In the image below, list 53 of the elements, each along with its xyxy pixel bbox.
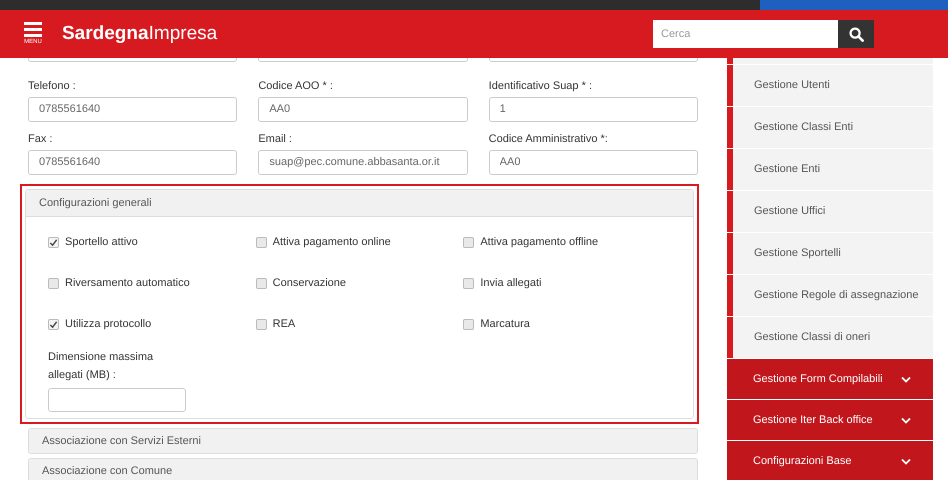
field-label: Email : (258, 132, 293, 147)
checkbox-label: Attiva pagamento offline (480, 235, 598, 250)
checkbox[interactable] (48, 278, 59, 289)
field-label: Fax : (28, 132, 54, 147)
sidebar-group[interactable]: Gestione Form Compilabili (727, 359, 933, 399)
search-icon (848, 26, 864, 42)
field-label: Codice AOO * : (258, 79, 334, 94)
input-field[interactable] (48, 388, 186, 412)
panel-title[interactable]: Configurazioni generali (26, 190, 693, 217)
checkbox[interactable] (48, 237, 59, 248)
checkbox-label: Riversamento automatico (65, 276, 190, 291)
sidebar-group[interactable]: Gestione Iter Back office (727, 400, 933, 440)
chevron-down-icon (901, 376, 911, 382)
field-label: Dimensione massima allegati (MB) : (48, 350, 154, 383)
checkbox-label: Attiva pagamento online (272, 235, 391, 250)
sidebar-item[interactable]: Gestione Sportelli (727, 233, 933, 274)
field-label: Codice Amministrativo *: (488, 132, 609, 147)
accordion-header[interactable]: Associazione con Servizi Esterni (28, 428, 698, 454)
checkbox[interactable] (256, 278, 267, 289)
checkbox-label: Sportello attivo (65, 235, 138, 250)
sidebar-group[interactable]: Configurazioni Base (727, 441, 933, 480)
logo[interactable]: SardegnaImpresa (62, 20, 218, 48)
sidebar-item[interactable]: Gestione Regole di assegnazione (727, 275, 933, 316)
checkbox-label: Utilizza protocollo (65, 317, 152, 332)
checkbox-label: Invia allegati (480, 276, 542, 291)
checkbox-label: Marcatura (480, 317, 530, 332)
search-field[interactable]: Cerca (653, 20, 838, 48)
sidebar-item[interactable]: Gestione Classi di oneri (727, 317, 933, 358)
menu-icon (24, 22, 42, 37)
checkbox[interactable] (463, 237, 474, 248)
input-field[interactable]: 0785561640 (28, 150, 238, 174)
checkbox[interactable] (463, 319, 474, 330)
field-label: Telefono : (28, 79, 77, 94)
checkbox[interactable] (256, 237, 267, 248)
input-field[interactable]: 1 (488, 96, 698, 122)
search-button[interactable] (838, 20, 874, 48)
field-label: Identificativo Suap * : (488, 79, 593, 94)
chevron-down-icon (901, 416, 911, 424)
checkbox-label: Conservazione (272, 276, 346, 291)
input-field[interactable]: AA0 (488, 150, 698, 174)
input-field[interactable]: AA0 (258, 96, 468, 122)
input-field[interactable]: 0785561640 (28, 96, 238, 122)
sidebar-item[interactable]: Gestione Utenti (727, 65, 933, 106)
sidebar-item[interactable]: Gestione Uffici (727, 191, 933, 232)
checkbox[interactable] (463, 278, 474, 289)
checkbox[interactable] (256, 319, 267, 330)
input-field[interactable]: suap@pec.comune.abbasanta.or.it (258, 150, 468, 174)
accordion-header[interactable]: Associazione con Comune (28, 458, 698, 480)
checkbox[interactable] (48, 319, 59, 330)
chevron-down-icon (901, 458, 911, 464)
sidebar-item[interactable]: Gestione Classi Enti (727, 107, 933, 148)
sidebar-item[interactable]: Gestione Enti (727, 149, 933, 190)
checkbox-label: REA (272, 317, 296, 332)
